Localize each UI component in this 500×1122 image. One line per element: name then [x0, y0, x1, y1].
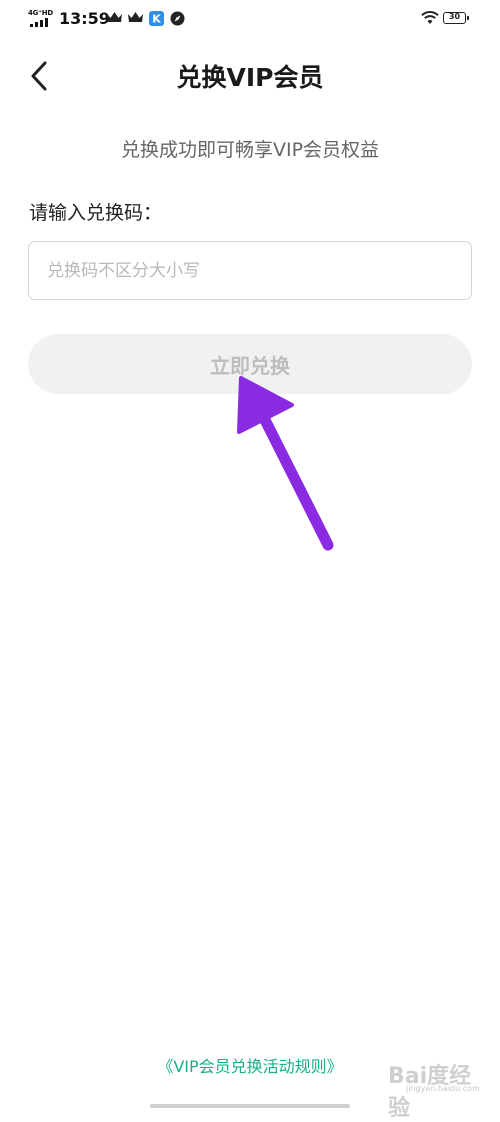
app-k-icon: K [149, 11, 164, 26]
redeem-code-input[interactable] [28, 241, 472, 300]
redeem-code-label: 请输入兑换码： [29, 202, 163, 224]
status-bar: 4G⁺HD 13:59 K 30 [0, 0, 500, 38]
battery-level: 30 [448, 12, 461, 21]
baidu-jingyan-watermark: Bai度经验 jingyan.baidu.com [384, 1056, 484, 1121]
crown-icon [107, 12, 122, 22]
home-indicator[interactable] [150, 1104, 350, 1108]
crown-icon [128, 12, 143, 22]
wifi-icon [421, 11, 439, 24]
compass-icon [170, 11, 185, 26]
page-title: 兑换VIP会员 [176, 63, 324, 92]
network-type-label: 4G⁺HD [28, 9, 53, 17]
svg-text:K: K [152, 13, 161, 26]
watermark-subtext: jingyan.baidu.com [406, 1084, 480, 1093]
redeem-subtitle: 兑换成功即可畅享VIP会员权益 [120, 139, 380, 161]
annotation-arrow [237, 376, 334, 551]
battery-icon: 30 [443, 12, 469, 24]
redeem-now-button[interactable]: 立即兑换 [28, 334, 472, 394]
cellular-signal-icon: 4G⁺HD [28, 9, 54, 27]
status-time: 13:59 [59, 9, 110, 28]
